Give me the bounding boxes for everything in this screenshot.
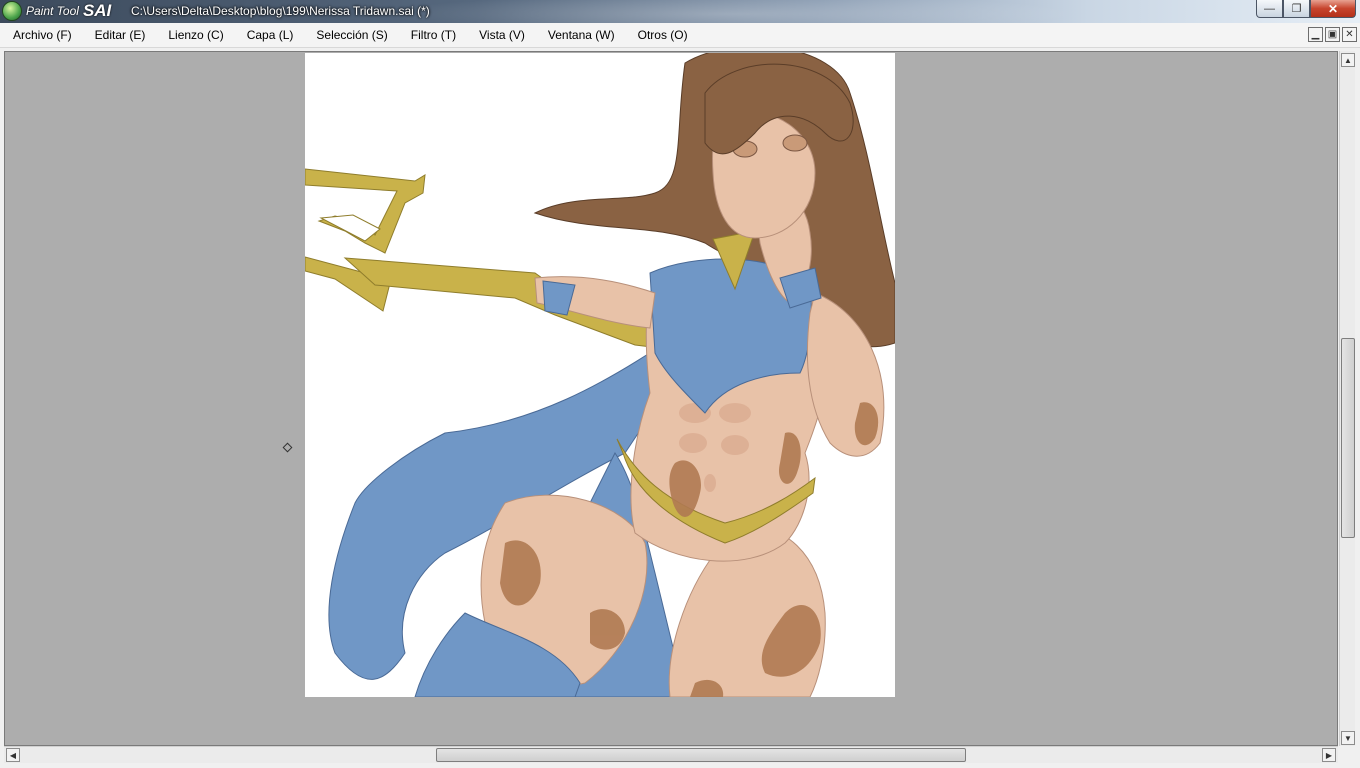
menu-filtro[interactable]: Filtro (T) [398, 28, 466, 42]
menu-capa[interactable]: Capa (L) [234, 28, 304, 42]
logo-text-small: Paint Tool [26, 4, 79, 18]
scroll-left-button[interactable]: ◀ [6, 748, 20, 762]
menu-archivo[interactable]: Archivo (F) [0, 28, 82, 42]
app-logo: Paint Tool SAI [2, 1, 122, 21]
vertical-scrollbar[interactable]: ▲ ▼ [1339, 51, 1355, 746]
menu-editar[interactable]: Editar (E) [82, 28, 156, 42]
window-title: C:\Users\Delta\Desktop\blog\199\Nerissa … [131, 4, 430, 18]
menu-ventana[interactable]: Ventana (W) [535, 28, 625, 42]
scroll-down-button[interactable]: ▼ [1341, 731, 1355, 745]
horizontal-scroll-thumb[interactable] [436, 748, 966, 762]
title-bar: Paint Tool SAI C:\Users\Delta\Desktop\bl… [0, 0, 1360, 23]
menu-bar: Archivo (F) Editar (E) Lienzo (C) Capa (… [0, 23, 1360, 48]
scroll-up-button[interactable]: ▲ [1341, 53, 1355, 67]
trident-icon [305, 168, 661, 349]
document-controls: ▁ ▣ ✕ [1308, 27, 1357, 42]
scrollbar-corner [1339, 746, 1355, 763]
brush-cursor-icon [282, 442, 293, 453]
window-maximize-button[interactable]: ❐ [1283, 0, 1310, 18]
window-minimize-button[interactable]: — [1256, 0, 1283, 18]
horizontal-scrollbar[interactable]: ◀ ▶ [4, 746, 1338, 763]
drawing-canvas[interactable] [305, 53, 895, 697]
artwork-illustration [305, 53, 895, 697]
menu-seleccion[interactable]: Selección (S) [303, 28, 397, 42]
canvas-viewport[interactable] [4, 51, 1338, 746]
window-controls: — ❐ ✕ [1256, 0, 1356, 18]
document-close-button[interactable]: ✕ [1342, 27, 1357, 42]
title-bar-glow [380, 0, 1080, 23]
document-minimize-button[interactable]: ▁ [1308, 27, 1323, 42]
window-close-button[interactable]: ✕ [1310, 0, 1356, 18]
scroll-right-button[interactable]: ▶ [1322, 748, 1336, 762]
document-maximize-button[interactable]: ▣ [1325, 27, 1340, 42]
app-icon [2, 1, 22, 21]
vertical-scroll-thumb[interactable] [1341, 338, 1355, 538]
menu-lienzo[interactable]: Lienzo (C) [155, 28, 233, 42]
menu-otros[interactable]: Otros (O) [625, 28, 698, 42]
menu-vista[interactable]: Vista (V) [466, 28, 535, 42]
logo-text-large: SAI [82, 1, 112, 20]
